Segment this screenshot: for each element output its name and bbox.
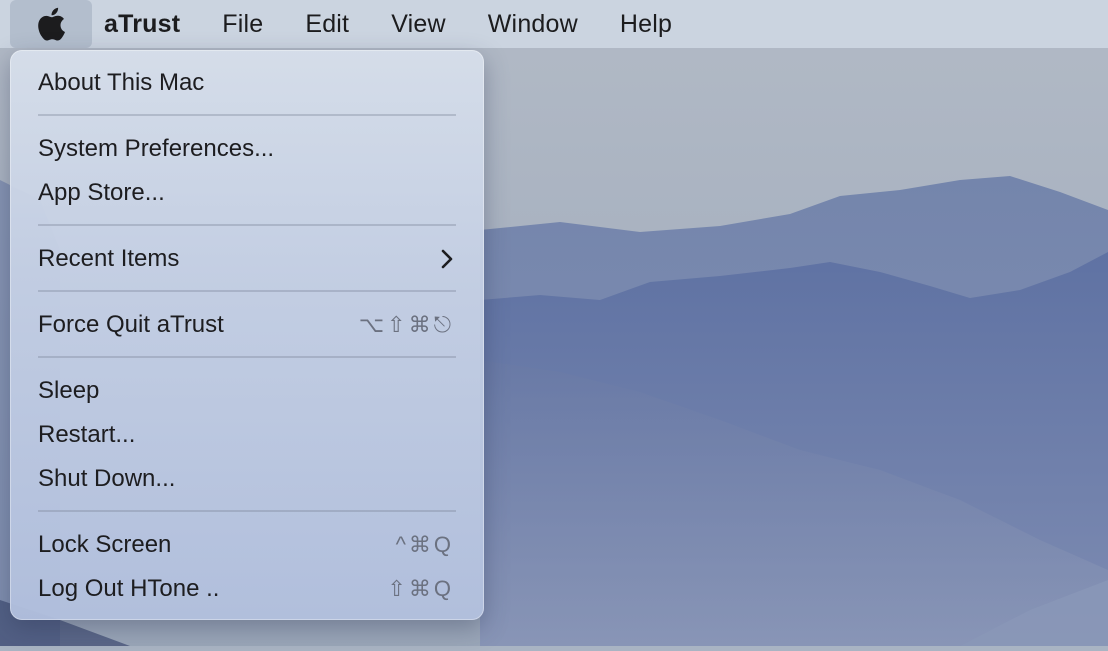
menu-item-label: Sleep (38, 377, 100, 404)
menu-separator (38, 356, 456, 358)
menubar-item-file[interactable]: File (222, 10, 263, 39)
menu-item-label: Restart... (38, 421, 136, 448)
menu-item-system-preferences[interactable]: System Preferences... (10, 129, 484, 169)
keyboard-shortcut: ^⌘Q (395, 532, 454, 557)
menu-item-label: Shut Down... (38, 465, 176, 492)
menu-item-sleep[interactable]: Sleep (10, 371, 484, 411)
menu-item-force-quit[interactable]: Force Quit aTrust ⌥⇧⌘⎋ (10, 305, 484, 345)
menubar-item-view[interactable]: View (391, 10, 446, 39)
menu-item-app-store[interactable]: App Store... (10, 173, 484, 213)
menu-item-label: Log Out HTone .. (38, 575, 220, 602)
menu-item-label: Lock Screen (38, 531, 172, 558)
menubar-item-help[interactable]: Help (620, 10, 672, 39)
keyboard-shortcut: ⇧⌘Q (387, 576, 454, 601)
menu-separator (38, 224, 456, 226)
chevron-right-icon (440, 249, 454, 269)
menu-item-restart[interactable]: Restart... (10, 415, 484, 455)
apple-menu-dropdown: About This Mac System Preferences... App… (10, 50, 484, 620)
menu-item-recent-items[interactable]: Recent Items (10, 239, 484, 279)
menu-item-shut-down[interactable]: Shut Down... (10, 459, 484, 499)
menu-item-label: App Store... (38, 179, 165, 206)
menu-separator (38, 510, 456, 512)
menu-separator (38, 114, 456, 116)
apple-logo-icon (38, 7, 65, 41)
menu-item-lock-screen[interactable]: Lock Screen ^⌘Q (10, 525, 484, 565)
menubar-item-window[interactable]: Window (488, 10, 578, 39)
menubar-item-atrust[interactable]: aTrust (104, 10, 180, 39)
menu-item-label: Recent Items (38, 245, 180, 272)
menu-item-label: System Preferences... (38, 135, 275, 162)
keyboard-shortcut: ⌥⇧⌘⎋ (358, 312, 454, 337)
menu-bar: aTrust File Edit View Window Help (0, 0, 1108, 48)
menu-item-about-this-mac[interactable]: About This Mac (10, 63, 484, 103)
menu-item-log-out[interactable]: Log Out HTone .. ⇧⌘Q (10, 569, 484, 609)
menu-item-label: About This Mac (38, 69, 205, 96)
menubar-item-edit[interactable]: Edit (305, 10, 349, 39)
menu-separator (38, 290, 456, 292)
apple-menu-button[interactable] (10, 0, 92, 48)
menu-item-label: Force Quit aTrust (38, 311, 224, 338)
